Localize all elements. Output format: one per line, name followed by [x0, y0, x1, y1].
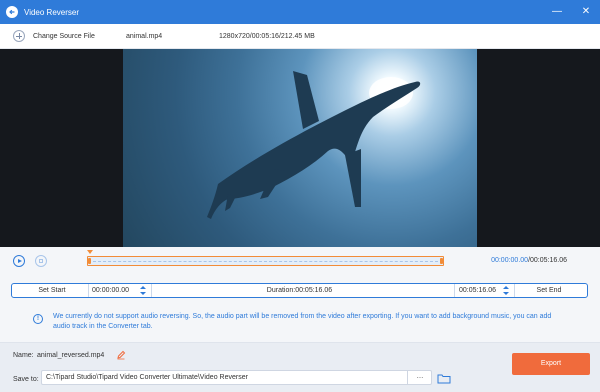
close-button[interactable]: ✕: [580, 6, 592, 18]
playhead-marker[interactable]: [87, 250, 93, 254]
save-path-field[interactable]: C:\Tipard Studio\Tipard Video Converter …: [41, 370, 432, 385]
play-button[interactable]: [13, 255, 25, 267]
trim-bar: Duration:00:05:16.06 Set Start 00:00:00.…: [11, 283, 588, 298]
folder-icon[interactable]: [437, 373, 451, 384]
window-title: Video Reverser: [24, 7, 79, 17]
divider: [151, 284, 152, 297]
set-start-button[interactable]: Set Start: [20, 284, 84, 297]
divider: [88, 284, 89, 297]
info-icon: !: [33, 314, 43, 324]
end-time-field[interactable]: 00:05:16.06: [459, 284, 496, 297]
start-time-stepper[interactable]: [140, 285, 146, 296]
save-to-label: Save to:: [13, 376, 39, 383]
audio-notice: We currently do not support audio revers…: [53, 313, 552, 330]
minimize-button[interactable]: —: [551, 6, 563, 18]
output-name: animal_reversed.mp4: [37, 352, 105, 359]
reverse-arrow-icon: [6, 6, 18, 18]
current-time: 00:00:00.00: [491, 257, 529, 264]
change-source-button[interactable]: Change Source File: [33, 33, 95, 40]
source-file-info: 1280x720/00:05:16/212.45 MB: [219, 32, 315, 40]
stop-icon: [39, 259, 43, 263]
add-icon[interactable]: [13, 30, 25, 42]
trim-timeline[interactable]: [87, 256, 444, 266]
stop-button[interactable]: [35, 255, 47, 267]
output-panel: Name: animal_reversed.mp4 Save to: C:\Ti…: [0, 342, 600, 392]
timeline-track: [93, 261, 438, 262]
video-frame[interactable]: [123, 49, 477, 247]
browse-button[interactable]: ...: [407, 371, 432, 384]
video-preview-area: [0, 49, 600, 247]
name-label: Name:: [13, 352, 34, 359]
time-readout: 00:00:00.00/00:05:16.06: [491, 257, 567, 264]
set-end-button[interactable]: Set End: [517, 284, 581, 297]
start-time-field[interactable]: 00:00:00.00: [92, 284, 129, 297]
source-bar: Change Source File animal.mp4 1280x720/0…: [0, 24, 600, 49]
total-time: 00:05:16.06: [530, 257, 567, 264]
shark-image: [207, 71, 421, 219]
edit-icon[interactable]: [116, 350, 126, 360]
divider: [514, 284, 515, 297]
title-bar: Video Reverser — ✕: [0, 0, 600, 24]
export-button[interactable]: Export: [512, 353, 590, 375]
end-time-stepper[interactable]: [503, 285, 509, 296]
play-icon: [17, 259, 22, 263]
divider: [454, 284, 455, 297]
playback-controls: 00:00:00.00/00:05:16.06: [0, 247, 600, 275]
source-file-name: animal.mp4: [126, 32, 163, 40]
